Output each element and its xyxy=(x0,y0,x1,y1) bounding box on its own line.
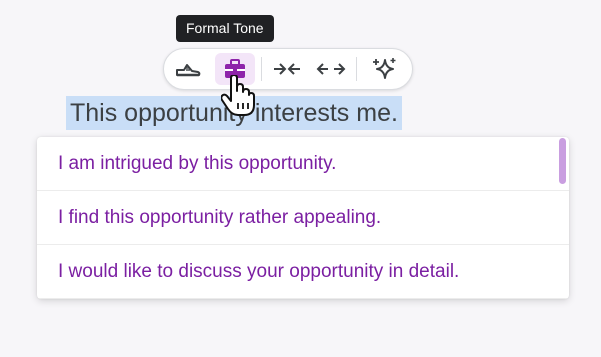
sparkle-icon xyxy=(373,58,396,79)
suggestion-item[interactable]: I am intrigued by this opportunity. xyxy=(37,137,569,191)
elaborate-icon xyxy=(316,63,346,75)
rephrase-button[interactable] xyxy=(368,53,400,85)
rewrite-stage: Formal Tone This opportunity interests m… xyxy=(0,0,601,357)
scrollbar[interactable] xyxy=(559,138,566,184)
shorten-button[interactable] xyxy=(270,53,304,85)
suggestion-item[interactable]: I find this opportunity rather appealing… xyxy=(37,191,569,245)
shoe-icon xyxy=(176,64,201,77)
toolbar-separator xyxy=(356,57,357,81)
casual-tone-button[interactable] xyxy=(172,53,204,85)
toolbar-separator xyxy=(261,57,262,81)
suggestion-list: I am intrigued by this opportunity. I fi… xyxy=(37,137,569,299)
suggestion-item[interactable]: I would like to discuss your opportunity… xyxy=(37,245,569,299)
elaborate-button[interactable] xyxy=(314,53,348,85)
tooltip: Formal Tone xyxy=(176,15,274,42)
tone-toolbar xyxy=(163,48,413,90)
shorten-icon xyxy=(274,63,300,75)
hand-cursor-icon xyxy=(221,75,255,116)
